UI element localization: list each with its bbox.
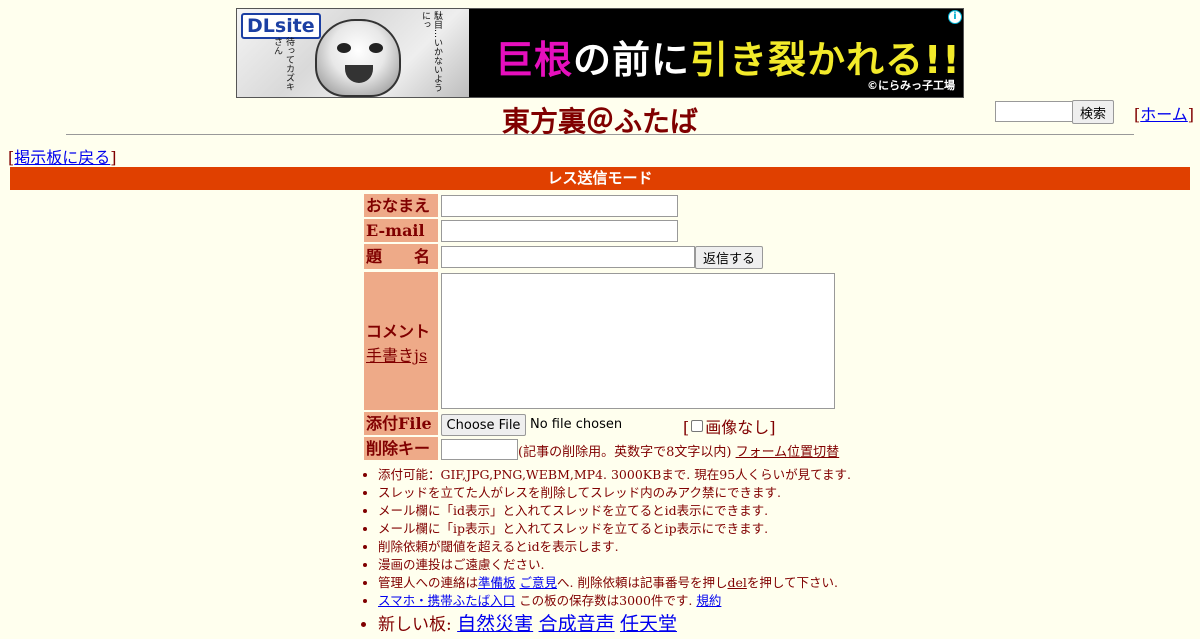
delete-key-note: (記事の削除用。英数字で8文字以内) [518, 445, 732, 460]
handwriting-js-link[interactable]: 手書きjs [366, 346, 427, 365]
home-link[interactable]: ホーム [1140, 105, 1188, 124]
comment-label-cell: コメント 手書きjs [364, 272, 438, 410]
illustration-eye [337, 43, 351, 53]
list-item: 削除依頼が閾値を超えるとidを表示します. [378, 538, 851, 556]
new-board-link[interactable]: 自然災害 [457, 613, 533, 635]
no-image-checkbox[interactable] [691, 420, 704, 432]
list-item: 新しい板: 自然災害 合成音声 任天堂 [378, 610, 851, 639]
comment-label: コメント [366, 322, 431, 341]
banner-slogan: 巨根の前に引き裂かれる!! [495, 29, 961, 84]
name-label: おなまえ [364, 194, 438, 217]
delete-key-input[interactable] [441, 439, 518, 460]
slogan-part-3: 引き裂かれる!! [690, 38, 961, 82]
del-link[interactable]: del [727, 575, 746, 590]
new-boards-label: 新しい板: [378, 615, 458, 635]
illustration-eye [369, 43, 383, 53]
note-text: を押して下さい. [746, 575, 838, 590]
banner-caption-left: 待ってカズキさん [272, 37, 294, 91]
subject-input[interactable] [441, 246, 695, 268]
character-illustration [315, 19, 401, 97]
note-text: この板の保存数は3000件です. [515, 593, 697, 608]
ad-info-icon[interactable]: i [948, 10, 962, 24]
no-image-label: 画像なし [705, 418, 770, 437]
banner-credit: ©にらみっ子工場 [867, 79, 955, 92]
home-link-container: [ホーム] [1134, 105, 1195, 124]
comment-textarea[interactable] [441, 273, 835, 409]
email-label: E-mail [364, 219, 438, 242]
list-item: 漫画の連投はご遠慮ください. [378, 556, 851, 574]
email-input[interactable] [441, 220, 678, 242]
mobile-futaba-link[interactable]: スマホ・携帯ふたば入口 [378, 593, 515, 608]
search-input[interactable] [995, 101, 1073, 122]
name-input[interactable] [441, 195, 678, 217]
new-board-link[interactable]: 合成音声 [539, 613, 615, 635]
reply-mode-bar: レス送信モード [10, 167, 1190, 190]
preparation-board-link[interactable]: 準備板 [478, 575, 516, 590]
slogan-part-1: 巨根 [495, 38, 574, 82]
subject-label: 題 名 [364, 244, 438, 269]
slogan-part-2: の前に [573, 38, 691, 82]
submit-reply-button[interactable]: 返信する [695, 246, 763, 269]
ad-banner[interactable]: DLsite 待ってカズキさん 駄目…いかないようにっ 巨根の前に引き裂かれる!… [236, 8, 964, 98]
no-image-option: [画像なし] [683, 418, 776, 437]
delete-key-note-container: (記事の削除用。英数字で8文字以内) フォーム位置切替 [518, 441, 839, 460]
list-item: スレッドを立てた人がレスを削除してスレッド内のみアク禁にできます. [378, 484, 851, 502]
note-text: へ. 削除依頼は記事番号を押し [557, 575, 728, 590]
banner-artwork: DLsite 待ってカズキさん 駄目…いかないようにっ [237, 9, 469, 97]
form-position-toggle-link[interactable]: フォーム位置切替 [736, 445, 840, 460]
search-button[interactable]: 検索 [1072, 100, 1114, 124]
note-text: 管理人への連絡は [378, 575, 479, 590]
list-item: メール欄に「ip表示」と入れてスレッドを立てるとip表示にできます. [378, 520, 851, 538]
choose-file-button[interactable]: Choose File [441, 414, 526, 436]
dlsite-logo: DLsite [241, 13, 321, 39]
header-divider [66, 134, 1134, 135]
posting-notes-list: 添付可能：GIF,JPG,PNG,WEBM,MP4. 3000KBまで. 現在9… [362, 466, 851, 639]
banner-caption-right: 駄目…いかないようにっ [420, 11, 442, 92]
back-link-container: [掲示板に戻る] [8, 148, 117, 167]
file-label: 添付File [364, 412, 438, 435]
feedback-link[interactable]: ご意見 [520, 575, 558, 590]
rules-link[interactable]: 規約 [696, 593, 721, 608]
delete-key-label: 削除キー [364, 437, 438, 460]
new-board-link[interactable]: 任天堂 [620, 613, 677, 635]
file-status-text: No file chosen [530, 417, 623, 432]
list-item: スマホ・携帯ふたば入口 この板の保存数は3000件です. 規約 [378, 592, 851, 610]
back-to-board-link[interactable]: 掲示板に戻る [14, 148, 110, 167]
list-item: メール欄に「id表示」と入れてスレッドを立てるとid表示にできます. [378, 502, 851, 520]
list-item: 管理人への連絡は準備板 ご意見へ. 削除依頼は記事番号を押しdelを押して下さい… [378, 574, 851, 592]
list-item: 添付可能：GIF,JPG,PNG,WEBM,MP4. 3000KBまで. 現在9… [378, 466, 851, 484]
